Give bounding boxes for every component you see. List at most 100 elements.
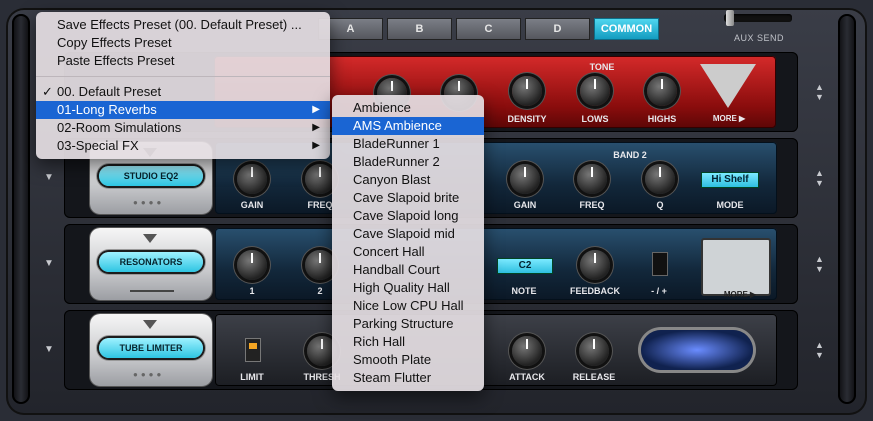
lows-label: LOWS (581, 114, 609, 124)
tab-common[interactable]: COMMON (594, 18, 659, 40)
resonators-menu-arrow-icon[interactable] (143, 234, 157, 243)
waveform-display (701, 238, 771, 296)
eq-gain-knob-2[interactable] (510, 164, 540, 194)
preset-slot-tabs: A B C D COMMON (318, 18, 659, 40)
tab-b[interactable]: B (387, 18, 452, 40)
eq-q-knob[interactable] (645, 164, 675, 194)
preset-context-menu: Save Effects Preset (00. Default Preset)… (36, 12, 330, 159)
limit-switch[interactable] (245, 338, 261, 362)
eq-gain-label-1: GAIN (240, 200, 264, 210)
highs-label: HIGHS (647, 114, 677, 124)
eq-mode-label: MODE (716, 200, 744, 210)
note-label: NOTE (511, 286, 537, 296)
left-rail (12, 14, 30, 404)
resonator-label-1: 1 (249, 286, 255, 296)
menu-preset-default[interactable]: ✓ 00. Default Preset (36, 83, 330, 101)
limiter-dots: ●●●● (133, 370, 165, 379)
long-reverbs-submenu: Ambience AMS Ambience BladeRunner 1 Blad… (332, 95, 484, 391)
resonator-knob-2[interactable] (305, 250, 335, 280)
limiter-menu-arrow-icon[interactable] (143, 320, 157, 329)
eq-freq-label-2: FREQ (579, 200, 605, 210)
slot4-updown-arrows-icon[interactable]: ▲ ▼ (815, 340, 824, 360)
slot2-left-arrow-icon[interactable]: ▼ (44, 172, 54, 183)
submenu-arrow-icon: ▶ (312, 140, 320, 151)
menu-preset-room-simulations[interactable]: 02-Room Simulations ▶ (36, 119, 330, 137)
submenu-item[interactable]: Rich Hall (332, 333, 484, 351)
submenu-item[interactable]: Smooth Plate (332, 351, 484, 369)
slot3-updown-arrows-icon[interactable]: ▲ ▼ (815, 254, 824, 274)
tab-d[interactable]: D (525, 18, 590, 40)
menu-save-preset[interactable]: Save Effects Preset (00. Default Preset)… (36, 16, 330, 34)
note-select[interactable]: C2 (497, 258, 553, 274)
slot1-updown-arrows-icon[interactable]: ▲ ▼ (815, 82, 824, 102)
submenu-item[interactable]: Cave Slapoid mid (332, 225, 484, 243)
submenu-item[interactable]: Ambience (332, 99, 484, 117)
tab-c[interactable]: C (456, 18, 521, 40)
menu-paste-preset[interactable]: Paste Effects Preset (36, 52, 330, 70)
right-rail (838, 14, 856, 404)
menu-item-label: 03-Special FX (57, 138, 139, 153)
submenu-item[interactable]: Canyon Blast (332, 171, 484, 189)
feedback-knob[interactable] (580, 250, 610, 280)
submenu-item[interactable]: Cave Slapoid brite (332, 189, 484, 207)
submenu-item[interactable]: AMS Ambience (332, 117, 484, 135)
submenu-item[interactable]: BladeRunner 2 (332, 153, 484, 171)
highs-knob[interactable] (647, 76, 677, 106)
lows-knob[interactable] (580, 76, 610, 106)
menu-item-label: 01-Long Reverbs (57, 102, 157, 117)
feedback-label: FEEDBACK (569, 286, 620, 296)
resonators-panel: 1 2 C2 NOTE FEEDBACK - / + MORE ▶ (215, 228, 777, 300)
submenu-arrow-icon: ▶ (312, 122, 320, 133)
eq-name-badge: STUDIO EQ2 (99, 166, 203, 186)
tube-glow-display (641, 330, 753, 370)
limiter-plate[interactable]: TUBE LIMITER ●●●● (90, 314, 212, 386)
release-label: RELEASE (572, 372, 616, 382)
attack-label: ATTACK (509, 372, 545, 382)
menu-preset-long-reverbs[interactable]: 01-Long Reverbs ▶ (36, 101, 330, 119)
slot3-left-arrow-icon[interactable]: ▼ (44, 258, 54, 269)
attack-knob[interactable] (512, 336, 542, 366)
menu-item-label: 02-Room Simulations (57, 120, 182, 135)
eq-gain-knob-1[interactable] (237, 164, 267, 194)
submenu-item[interactable]: Cave Slapoid long (332, 207, 484, 225)
resonators-slider[interactable] (130, 290, 174, 292)
resonators-plate[interactable]: RESONATORS (90, 228, 212, 300)
limit-label: LIMIT (240, 372, 264, 382)
tone-section-label: TONE (589, 62, 615, 72)
slot2-updown-arrows-icon[interactable]: ▲ ▼ (815, 168, 824, 188)
aux-send-slider[interactable] (724, 10, 792, 26)
checkmark-icon: ✓ (42, 84, 53, 99)
submenu-item[interactable]: Concert Hall (332, 243, 484, 261)
eq-dots: ●●●● (133, 198, 165, 207)
limiter-panel: LIMIT THRESH ATTACK RELEASE (215, 314, 777, 386)
resonators-name-badge: RESONATORS (99, 252, 203, 272)
polarity-switch[interactable] (652, 252, 668, 276)
submenu-item[interactable]: High Quality Hall (332, 279, 484, 297)
density-label: DENSITY (507, 114, 547, 124)
density-knob[interactable] (512, 76, 542, 106)
eq-mode-select[interactable]: Hi Shelf (701, 172, 759, 188)
resonator-knob-1[interactable] (237, 250, 267, 280)
submenu-item[interactable]: Steam Flutter (332, 369, 484, 387)
menu-preset-special-fx[interactable]: 03-Special FX ▶ (36, 137, 330, 155)
aux-send-slider-handle[interactable] (726, 10, 734, 26)
slot4-left-arrow-icon[interactable]: ▼ (44, 344, 54, 355)
reverb-more-button[interactable]: MORE ▶ (694, 114, 764, 123)
menu-item-label: 00. Default Preset (57, 84, 162, 99)
submenu-item[interactable]: Parking Structure (332, 315, 484, 333)
submenu-item[interactable]: Nice Low CPU Hall (332, 297, 484, 315)
resonators-more-button[interactable]: MORE ▶ (705, 290, 775, 299)
menu-separator (36, 76, 330, 77)
eq-freq-knob-2[interactable] (577, 164, 607, 194)
band-2-label: BAND 2 (613, 150, 647, 160)
aux-send-label: AUX SEND (734, 33, 785, 43)
submenu-item[interactable]: BladeRunner 1 (332, 135, 484, 153)
eq-q-label: Q (656, 200, 664, 210)
eq-freq-knob-1[interactable] (305, 164, 335, 194)
menu-copy-preset[interactable]: Copy Effects Preset (36, 34, 330, 52)
submenu-arrow-icon: ▶ (312, 104, 320, 115)
release-knob[interactable] (579, 336, 609, 366)
submenu-item[interactable]: Handball Court (332, 261, 484, 279)
polarity-label: - / + (651, 286, 667, 296)
reverb-logo-icon (700, 64, 756, 108)
